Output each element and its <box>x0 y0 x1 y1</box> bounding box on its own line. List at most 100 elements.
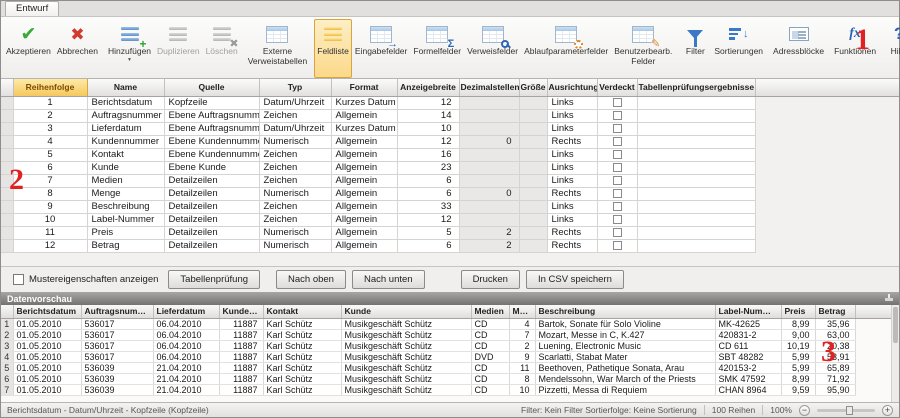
verdeckt-checkbox[interactable] <box>613 111 622 120</box>
move-down-button[interactable]: Nach unten <box>352 270 425 289</box>
field-row[interactable]: 7MedienDetailzeilenZeichenAllgemein6Link… <box>1 174 899 187</box>
checkbox-icon[interactable] <box>13 274 24 285</box>
preview-column-header[interactable]: Menge <box>509 305 535 318</box>
verdeckt-checkbox[interactable] <box>613 163 622 172</box>
preview-column-header[interactable]: Medien <box>471 305 509 318</box>
column-header-groesse[interactable]: Größe <box>519 79 547 96</box>
verdeckt-checkbox[interactable] <box>613 228 622 237</box>
address-blocks-button[interactable]: Adressblöcke <box>770 19 827 78</box>
external-reference-tables-button[interactable]: Externe Verweistabellen <box>245 19 311 78</box>
cell-format: Kurzes Datum <box>331 96 397 109</box>
preview-column-header[interactable]: Kunde <box>341 305 471 318</box>
field-list-button[interactable]: Feldliste <box>314 19 352 78</box>
button-label: Verweisfelder <box>467 47 518 57</box>
table-check-button[interactable]: Tabellenprüfung <box>168 270 260 289</box>
column-header-format[interactable]: Format <box>331 79 397 96</box>
preview-column-header[interactable]: Kontakt <box>263 305 341 318</box>
preview-row[interactable]: 201.05.201053601706.04.201011887Karl Sch… <box>1 329 893 340</box>
preview-scrollbar[interactable] <box>891 305 899 404</box>
run-parameter-fields-button[interactable]: Ablaufparameterfelder <box>521 19 611 78</box>
move-up-button[interactable]: Nach oben <box>276 270 346 289</box>
preview-row[interactable]: 101.05.201053601706.04.201011887Karl Sch… <box>1 318 893 329</box>
preview-column-header[interactable]: Berichtsdatum <box>13 305 81 318</box>
column-header-name[interactable]: Name <box>87 79 164 96</box>
preview-row[interactable]: 601.05.201053603921.04.201011887Karl Sch… <box>1 373 893 384</box>
verdeckt-checkbox[interactable] <box>613 176 622 185</box>
formula-fields-button[interactable]: Σ Formelfelder <box>410 19 464 78</box>
preview-column-header[interactable]: Lieferdatum <box>153 305 219 318</box>
help-button[interactable]: ? Hilfe <box>883 19 900 78</box>
zoom-slider[interactable] <box>817 409 875 412</box>
field-row[interactable]: 8MengeDetailzeilenNumerischAllgemein60Re… <box>1 187 899 200</box>
verdeckt-checkbox[interactable] <box>613 98 622 107</box>
input-fields-button[interactable]: → Eingabefelder <box>352 19 410 78</box>
column-header-dezimalstellen[interactable]: Dezimalstellen <box>459 79 519 96</box>
preview-column-header[interactable]: Beschreibung <box>535 305 715 318</box>
preview-row[interactable]: 301.05.201053601706.04.201011887Karl Sch… <box>1 340 893 351</box>
field-row[interactable]: 5KontaktEbene KundennummerZeichenAllgeme… <box>1 148 899 161</box>
cell-menge: 2 <box>509 340 535 351</box>
cell-sel <box>1 200 13 213</box>
verdeckt-checkbox[interactable] <box>613 137 622 146</box>
field-row[interactable]: 4KundennummerEbene KundennummerNumerisch… <box>1 135 899 148</box>
field-row[interactable]: 10Label-NummerDetailzeilenZeichenAllgeme… <box>1 213 899 226</box>
preview-row[interactable]: 401.05.201053601706.04.201011887Karl Sch… <box>1 351 893 362</box>
preview-column-header[interactable]: Label-Nummer <box>715 305 781 318</box>
column-header-verdeckt[interactable]: Verdeckt <box>597 79 637 96</box>
duplicate-button: Duplizieren <box>154 19 203 78</box>
pin-icon[interactable] <box>884 294 893 303</box>
save-csv-button[interactable]: In CSV speichern <box>526 270 624 289</box>
show-sample-properties[interactable]: Mustereigenschaften anzeigen <box>13 274 158 285</box>
print-button[interactable]: Drucken <box>461 270 520 289</box>
column-header-ausrichtung[interactable]: Ausrichtung <box>547 79 597 96</box>
tab-entwurf[interactable]: Entwurf <box>5 1 59 16</box>
column-header-typ[interactable]: Typ <box>259 79 331 96</box>
cell-size <box>519 122 547 135</box>
cell-knr: 11887 <box>219 329 263 340</box>
field-row[interactable]: 2AuftragsnummerEbene AuftragsnummerZeich… <box>1 109 899 122</box>
cell-decimals <box>459 109 519 122</box>
reference-fields-button[interactable]: Verweisfelder <box>464 19 521 78</box>
preview-column-header[interactable]: Betrag <box>815 305 855 318</box>
filter-button[interactable]: Filter <box>679 19 711 78</box>
field-row[interactable]: 12BetragDetailzeilenNumerischAllgemein62… <box>1 239 899 252</box>
zoom-in-button[interactable]: + <box>882 405 893 416</box>
verdeckt-checkbox[interactable] <box>613 124 622 133</box>
preview-column-header[interactable]: Preis <box>781 305 815 318</box>
cell-kunde: Musikgeschäft Schütz <box>341 318 471 329</box>
row-count: 100 Reihen <box>712 405 755 415</box>
verdeckt-checkbox[interactable] <box>613 189 622 198</box>
field-row[interactable]: 3LieferdatumEbene AuftragsnummerDatum/Uh… <box>1 122 899 135</box>
sortings-button[interactable]: ↓ Sortierungen <box>711 19 766 78</box>
preview-column-header[interactable]: Auftragsnummer <box>81 305 153 318</box>
address-card-icon <box>789 27 809 41</box>
dropdown-caret-icon: ▼ <box>127 58 132 63</box>
funnel-icon <box>687 30 703 39</box>
add-button[interactable]: + Hinzufügen ▼ <box>105 19 154 78</box>
column-header-reihenfolge[interactable]: Reihenfolge <box>13 79 87 96</box>
verdeckt-checkbox[interactable] <box>613 215 622 224</box>
verdeckt-checkbox[interactable] <box>613 202 622 211</box>
preview-row[interactable]: 501.05.201053603921.04.201011887Karl Sch… <box>1 362 893 373</box>
cell-medien: CD <box>471 373 509 384</box>
cell-width: 6 <box>397 239 459 252</box>
column-header-anzeigebreite[interactable]: Anzeigebreite <box>397 79 459 96</box>
preview-column-header[interactable]: Kundennummer <box>219 305 263 318</box>
verdeckt-checkbox[interactable] <box>613 150 622 159</box>
user-editable-fields-button[interactable]: ✎ Benutzerbearb. Felder <box>611 19 675 78</box>
cell-type: Numerisch <box>259 135 331 148</box>
zoom-slider-thumb[interactable] <box>846 406 853 415</box>
field-row[interactable]: 1BerichtsdatumKopfzeileDatum/UhrzeitKurz… <box>1 96 899 109</box>
field-row[interactable]: 6KundeEbene KundeZeichenAllgemein23Links <box>1 161 899 174</box>
cancel-button[interactable]: ✖ Abbrechen <box>54 19 101 78</box>
select-all-corner[interactable] <box>1 79 13 96</box>
field-row[interactable]: 9BeschreibungDetailzeilenZeichenAllgemei… <box>1 200 899 213</box>
field-row[interactable]: 11PreisDetailzeilenNumerischAllgemein52R… <box>1 226 899 239</box>
column-header-quelle[interactable]: Quelle <box>164 79 259 96</box>
column-header-tabellenpruefungsergebnisse[interactable]: Tabellenprüfungsergebnisse <box>637 79 755 96</box>
scrollbar-thumb[interactable] <box>893 307 898 343</box>
preview-row[interactable]: 701.05.201053603921.04.201011887Karl Sch… <box>1 384 893 395</box>
zoom-out-button[interactable]: − <box>799 405 810 416</box>
accept-button[interactable]: ✔ Akzeptieren <box>3 19 54 78</box>
verdeckt-checkbox[interactable] <box>613 241 622 250</box>
